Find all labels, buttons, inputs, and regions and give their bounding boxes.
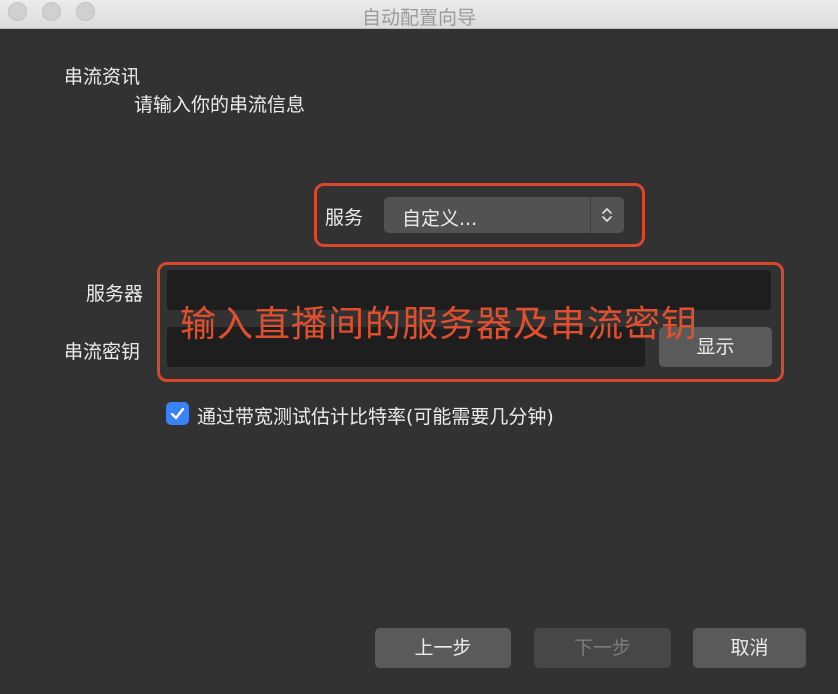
chevron-updown-icon[interactable] xyxy=(590,197,624,233)
service-select[interactable]: 自定义... xyxy=(384,197,624,233)
section-subtitle: 请输入你的串流信息 xyxy=(134,94,306,116)
check-icon xyxy=(170,407,185,420)
auto-config-wizard-window: 自动配置向导 串流资讯 请输入你的串流信息 服务 自定义... 服务器 串流密钥… xyxy=(0,0,838,694)
bandwidth-test-label[interactable]: 通过带宽测试估计比特率(可能需要几分钟) xyxy=(197,402,554,429)
cancel-button[interactable]: 取消 xyxy=(693,628,806,668)
server-label: 服务器 xyxy=(86,283,144,305)
stream-key-label: 串流密钥 xyxy=(64,341,141,363)
annotation-text: 输入直播间的服务器及串流密钥 xyxy=(180,304,699,345)
next-button[interactable]: 下一步 xyxy=(534,628,671,668)
service-select-value: 自定义... xyxy=(402,208,478,230)
service-label: 服务 xyxy=(325,207,364,229)
titlebar[interactable]: 自动配置向导 xyxy=(0,0,838,29)
bandwidth-test-checkbox[interactable] xyxy=(166,402,189,425)
section-title: 串流资讯 xyxy=(64,66,141,88)
window-title: 自动配置向导 xyxy=(361,7,476,29)
back-button[interactable]: 上一步 xyxy=(375,628,511,668)
